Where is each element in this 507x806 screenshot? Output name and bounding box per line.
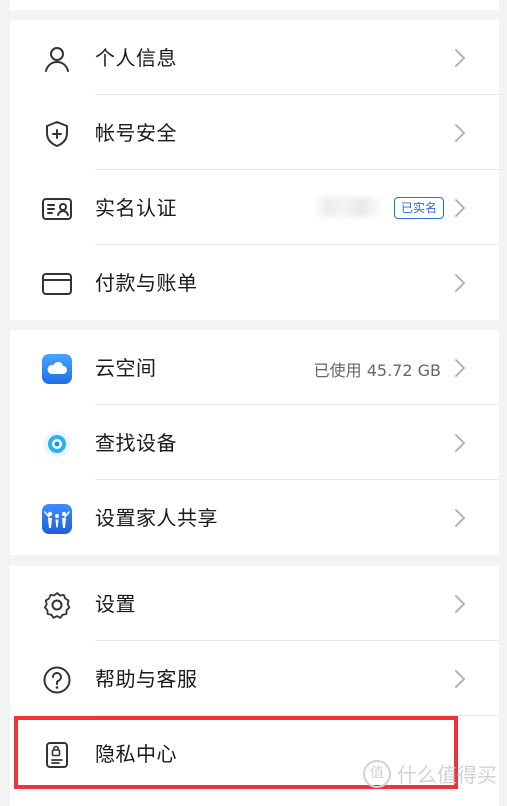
masked-name [313, 197, 383, 217]
row-help-support[interactable]: 帮助与客服 [10, 641, 499, 716]
chevron-right-icon [455, 595, 465, 613]
row-label: 查找设备 [95, 431, 177, 455]
chevron-right-icon [455, 49, 465, 67]
services-section: 云空间 已使用 45.72 GB 查找设备 设置家人共享 [10, 330, 499, 555]
id-card-icon [41, 193, 73, 225]
chevron-right-icon [455, 199, 465, 217]
watermark: 值 什么值得买 [363, 759, 497, 788]
cloud-icon [41, 353, 73, 385]
row-family-sharing[interactable]: 设置家人共享 [10, 480, 499, 555]
chevron-right-icon [455, 124, 465, 142]
chevron-right-icon [455, 274, 465, 292]
find-device-icon [41, 428, 73, 460]
row-real-name-auth[interactable]: 实名认证 已实名 [10, 170, 499, 245]
row-label: 设置 [95, 592, 136, 616]
family-share-icon [41, 503, 73, 535]
watermark-seal: 值 [363, 759, 391, 788]
person-icon [41, 43, 73, 75]
top-card-fragment [10, 0, 499, 10]
chevron-right-icon [455, 359, 465, 377]
row-find-device[interactable]: 查找设备 [10, 405, 499, 480]
row-payment-billing[interactable]: 付款与账单 [10, 245, 499, 320]
chevron-right-icon [455, 509, 465, 527]
account-section: 个人信息 帐号安全 实名认证 已实名 付款与账单 [10, 20, 499, 320]
card-icon [41, 268, 73, 300]
row-personal-info[interactable]: 个人信息 [10, 20, 499, 95]
shield-icon [41, 118, 73, 150]
chevron-right-icon [455, 434, 465, 452]
help-icon [41, 664, 73, 696]
row-label: 设置家人共享 [95, 506, 218, 530]
row-label: 个人信息 [95, 46, 177, 70]
verified-badge: 已实名 [393, 197, 444, 219]
row-settings[interactable]: 设置 [10, 566, 499, 641]
row-label: 帮助与客服 [95, 667, 198, 691]
chevron-right-icon [455, 670, 465, 688]
row-label: 帐号安全 [95, 121, 177, 145]
storage-used: 已使用 45.72 GB [313, 361, 441, 380]
row-label: 云空间 [95, 356, 157, 380]
row-label: 付款与账单 [95, 271, 198, 295]
watermark-text: 什么值得买 [397, 763, 497, 787]
row-label: 实名认证 [95, 196, 177, 220]
gear-icon [41, 589, 73, 621]
row-cloud-space[interactable]: 云空间 已使用 45.72 GB [10, 330, 499, 405]
row-account-security[interactable]: 帐号安全 [10, 95, 499, 170]
